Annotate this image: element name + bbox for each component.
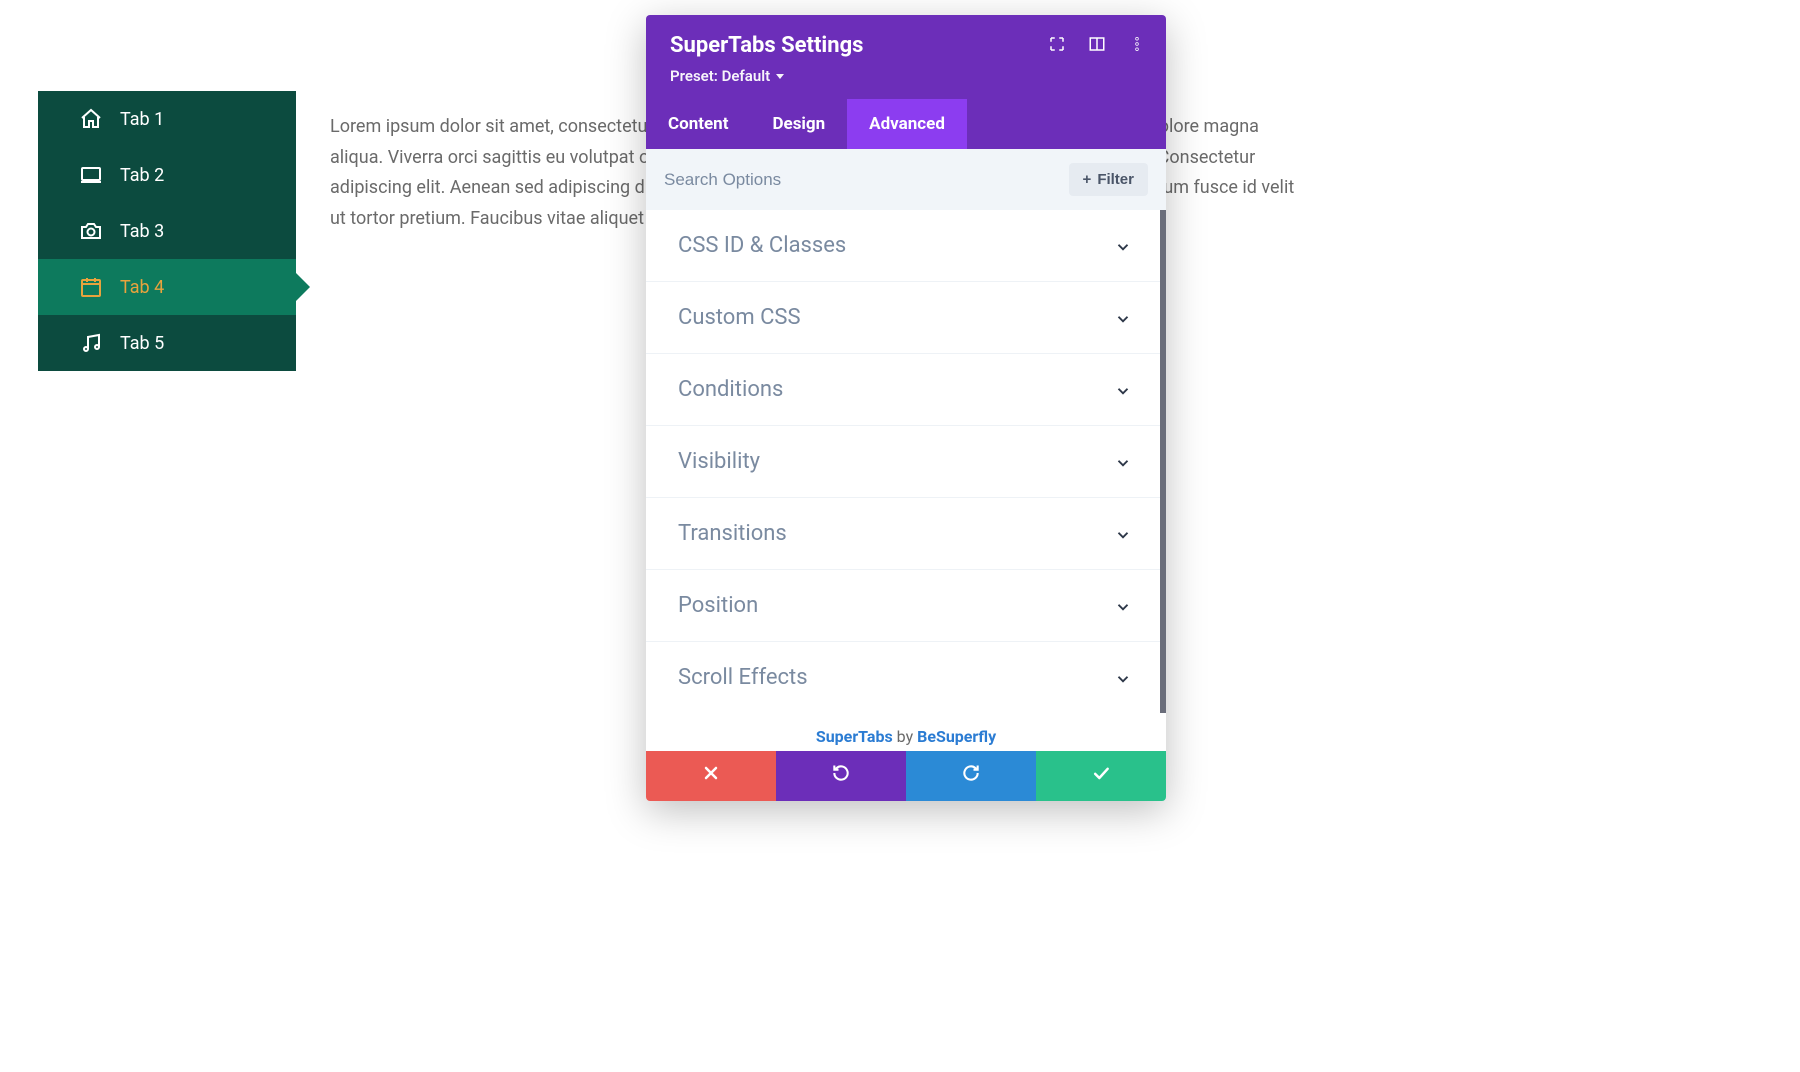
sidebar-item-tab-1[interactable]: Tab 1 <box>38 91 296 147</box>
chevron-down-icon <box>1114 597 1132 615</box>
option-visibility[interactable]: Visibility <box>646 425 1160 497</box>
preset-dropdown[interactable]: Preset: Default <box>670 67 784 85</box>
sidebar-item-label: Tab 5 <box>120 333 164 354</box>
plus-icon: + <box>1083 171 1092 188</box>
option-position[interactable]: Position <box>646 569 1160 641</box>
undo-icon <box>831 763 851 789</box>
calendar-icon <box>78 274 104 300</box>
tabs-sidebar: Tab 1 Tab 2 Tab 3 Tab 4 Tab 5 <box>38 91 296 371</box>
sidebar-item-tab-2[interactable]: Tab 2 <box>38 147 296 203</box>
sidebar-item-tab-5[interactable]: Tab 5 <box>38 315 296 371</box>
panel-credit: SuperTabs by BeSuperfly <box>646 713 1166 751</box>
chevron-down-icon <box>1114 381 1132 399</box>
undo-button[interactable] <box>776 751 906 801</box>
filter-button-label: Filter <box>1097 171 1134 188</box>
option-label: CSS ID & Classes <box>678 233 846 258</box>
option-label: Position <box>678 593 758 618</box>
credit-by: by <box>893 727 917 746</box>
chevron-down-icon <box>1114 453 1132 471</box>
options-list[interactable]: CSS ID & Classes Custom CSS Conditions V… <box>646 210 1166 713</box>
music-icon <box>78 330 104 356</box>
tab-advanced[interactable]: Advanced <box>847 99 967 149</box>
credit-product-link[interactable]: SuperTabs <box>816 727 893 746</box>
filter-button[interactable]: + Filter <box>1069 163 1148 196</box>
panel-header: SuperTabs Settings Preset: Default <box>646 15 1166 99</box>
chevron-down-icon <box>1114 525 1132 543</box>
sidebar-item-tab-3[interactable]: Tab 3 <box>38 203 296 259</box>
laptop-icon <box>78 162 104 188</box>
option-label: Conditions <box>678 377 783 402</box>
more-vertical-icon[interactable] <box>1128 35 1146 53</box>
redo-button[interactable] <box>906 751 1036 801</box>
search-input[interactable] <box>664 170 1069 190</box>
option-css-id-classes[interactable]: CSS ID & Classes <box>646 210 1160 281</box>
tab-content[interactable]: Content <box>646 99 750 149</box>
option-label: Custom CSS <box>678 305 801 330</box>
panel-footer <box>646 751 1166 801</box>
save-button[interactable] <box>1036 751 1166 801</box>
option-conditions[interactable]: Conditions <box>646 353 1160 425</box>
panel-tabs: Content Design Advanced <box>646 99 1166 149</box>
option-label: Scroll Effects <box>678 665 808 690</box>
search-filter-row: + Filter <box>646 149 1166 210</box>
tab-design[interactable]: Design <box>750 99 847 149</box>
chevron-down-icon <box>1114 669 1132 687</box>
sidebar-item-label: Tab 3 <box>120 221 164 242</box>
expand-icon[interactable] <box>1048 35 1066 53</box>
columns-icon[interactable] <box>1088 35 1106 53</box>
option-label: Transitions <box>678 521 787 546</box>
sidebar-item-label: Tab 2 <box>120 165 164 186</box>
credit-author-link[interactable]: BeSuperfly <box>917 727 996 746</box>
home-icon <box>78 106 104 132</box>
option-custom-css[interactable]: Custom CSS <box>646 281 1160 353</box>
chevron-down-icon <box>1114 237 1132 255</box>
settings-panel: SuperTabs Settings Preset: Default Conte… <box>646 15 1166 801</box>
chevron-down-icon <box>1114 309 1132 327</box>
sidebar-item-tab-4[interactable]: Tab 4 <box>38 259 296 315</box>
option-transitions[interactable]: Transitions <box>646 497 1160 569</box>
option-scroll-effects[interactable]: Scroll Effects <box>646 641 1160 713</box>
check-icon <box>1091 763 1111 789</box>
sidebar-item-label: Tab 4 <box>120 277 164 298</box>
option-label: Visibility <box>678 449 760 474</box>
redo-icon <box>961 763 981 789</box>
cancel-button[interactable] <box>646 751 776 801</box>
panel-header-actions <box>1048 35 1146 53</box>
camera-icon <box>78 218 104 244</box>
sidebar-item-label: Tab 1 <box>120 109 164 130</box>
close-icon <box>701 763 721 789</box>
